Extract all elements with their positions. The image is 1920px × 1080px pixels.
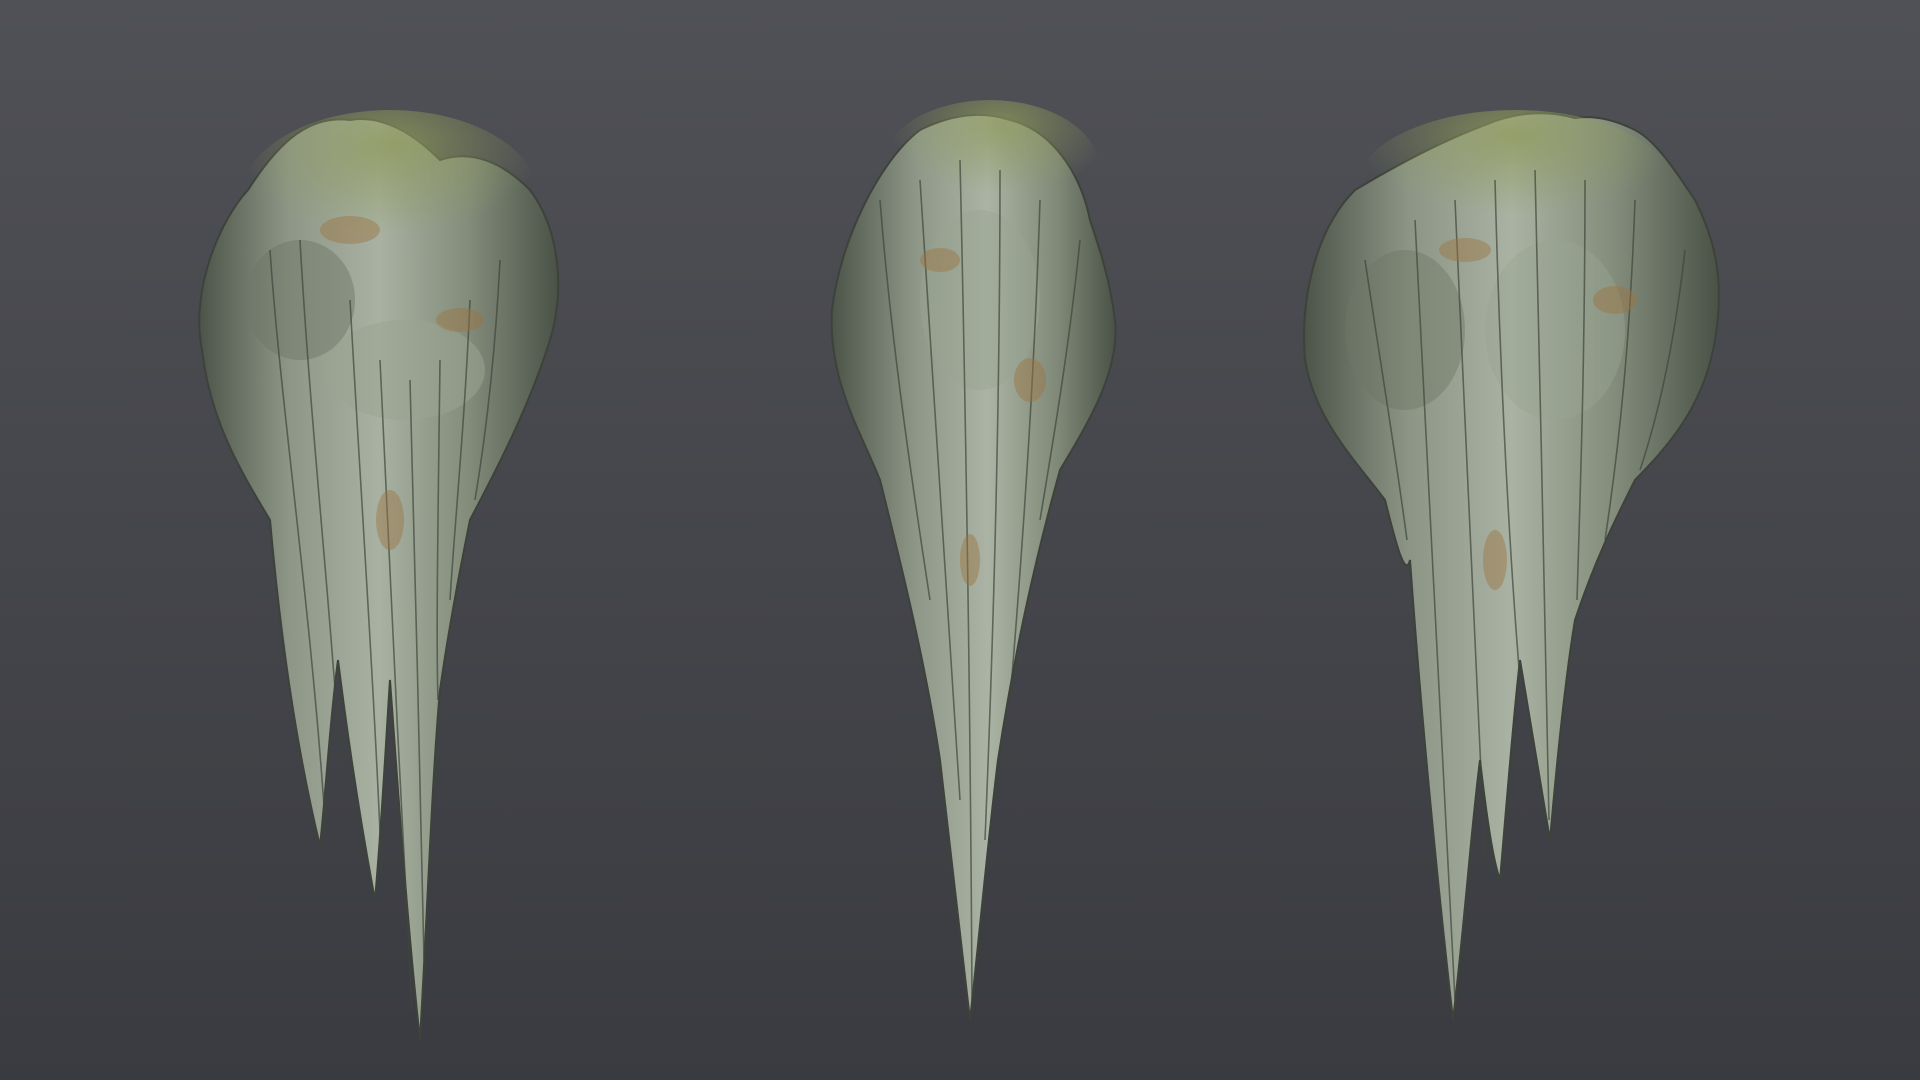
stalactite-left [150,0,630,1080]
stalactite-right [1295,0,1745,1080]
stalactite-icon [830,100,1117,1021]
stalactite-icon [198,110,560,1041]
render-viewport [0,0,1920,1080]
stalactite-middle [820,0,1140,1080]
stalactite-icon [1303,110,1720,1021]
